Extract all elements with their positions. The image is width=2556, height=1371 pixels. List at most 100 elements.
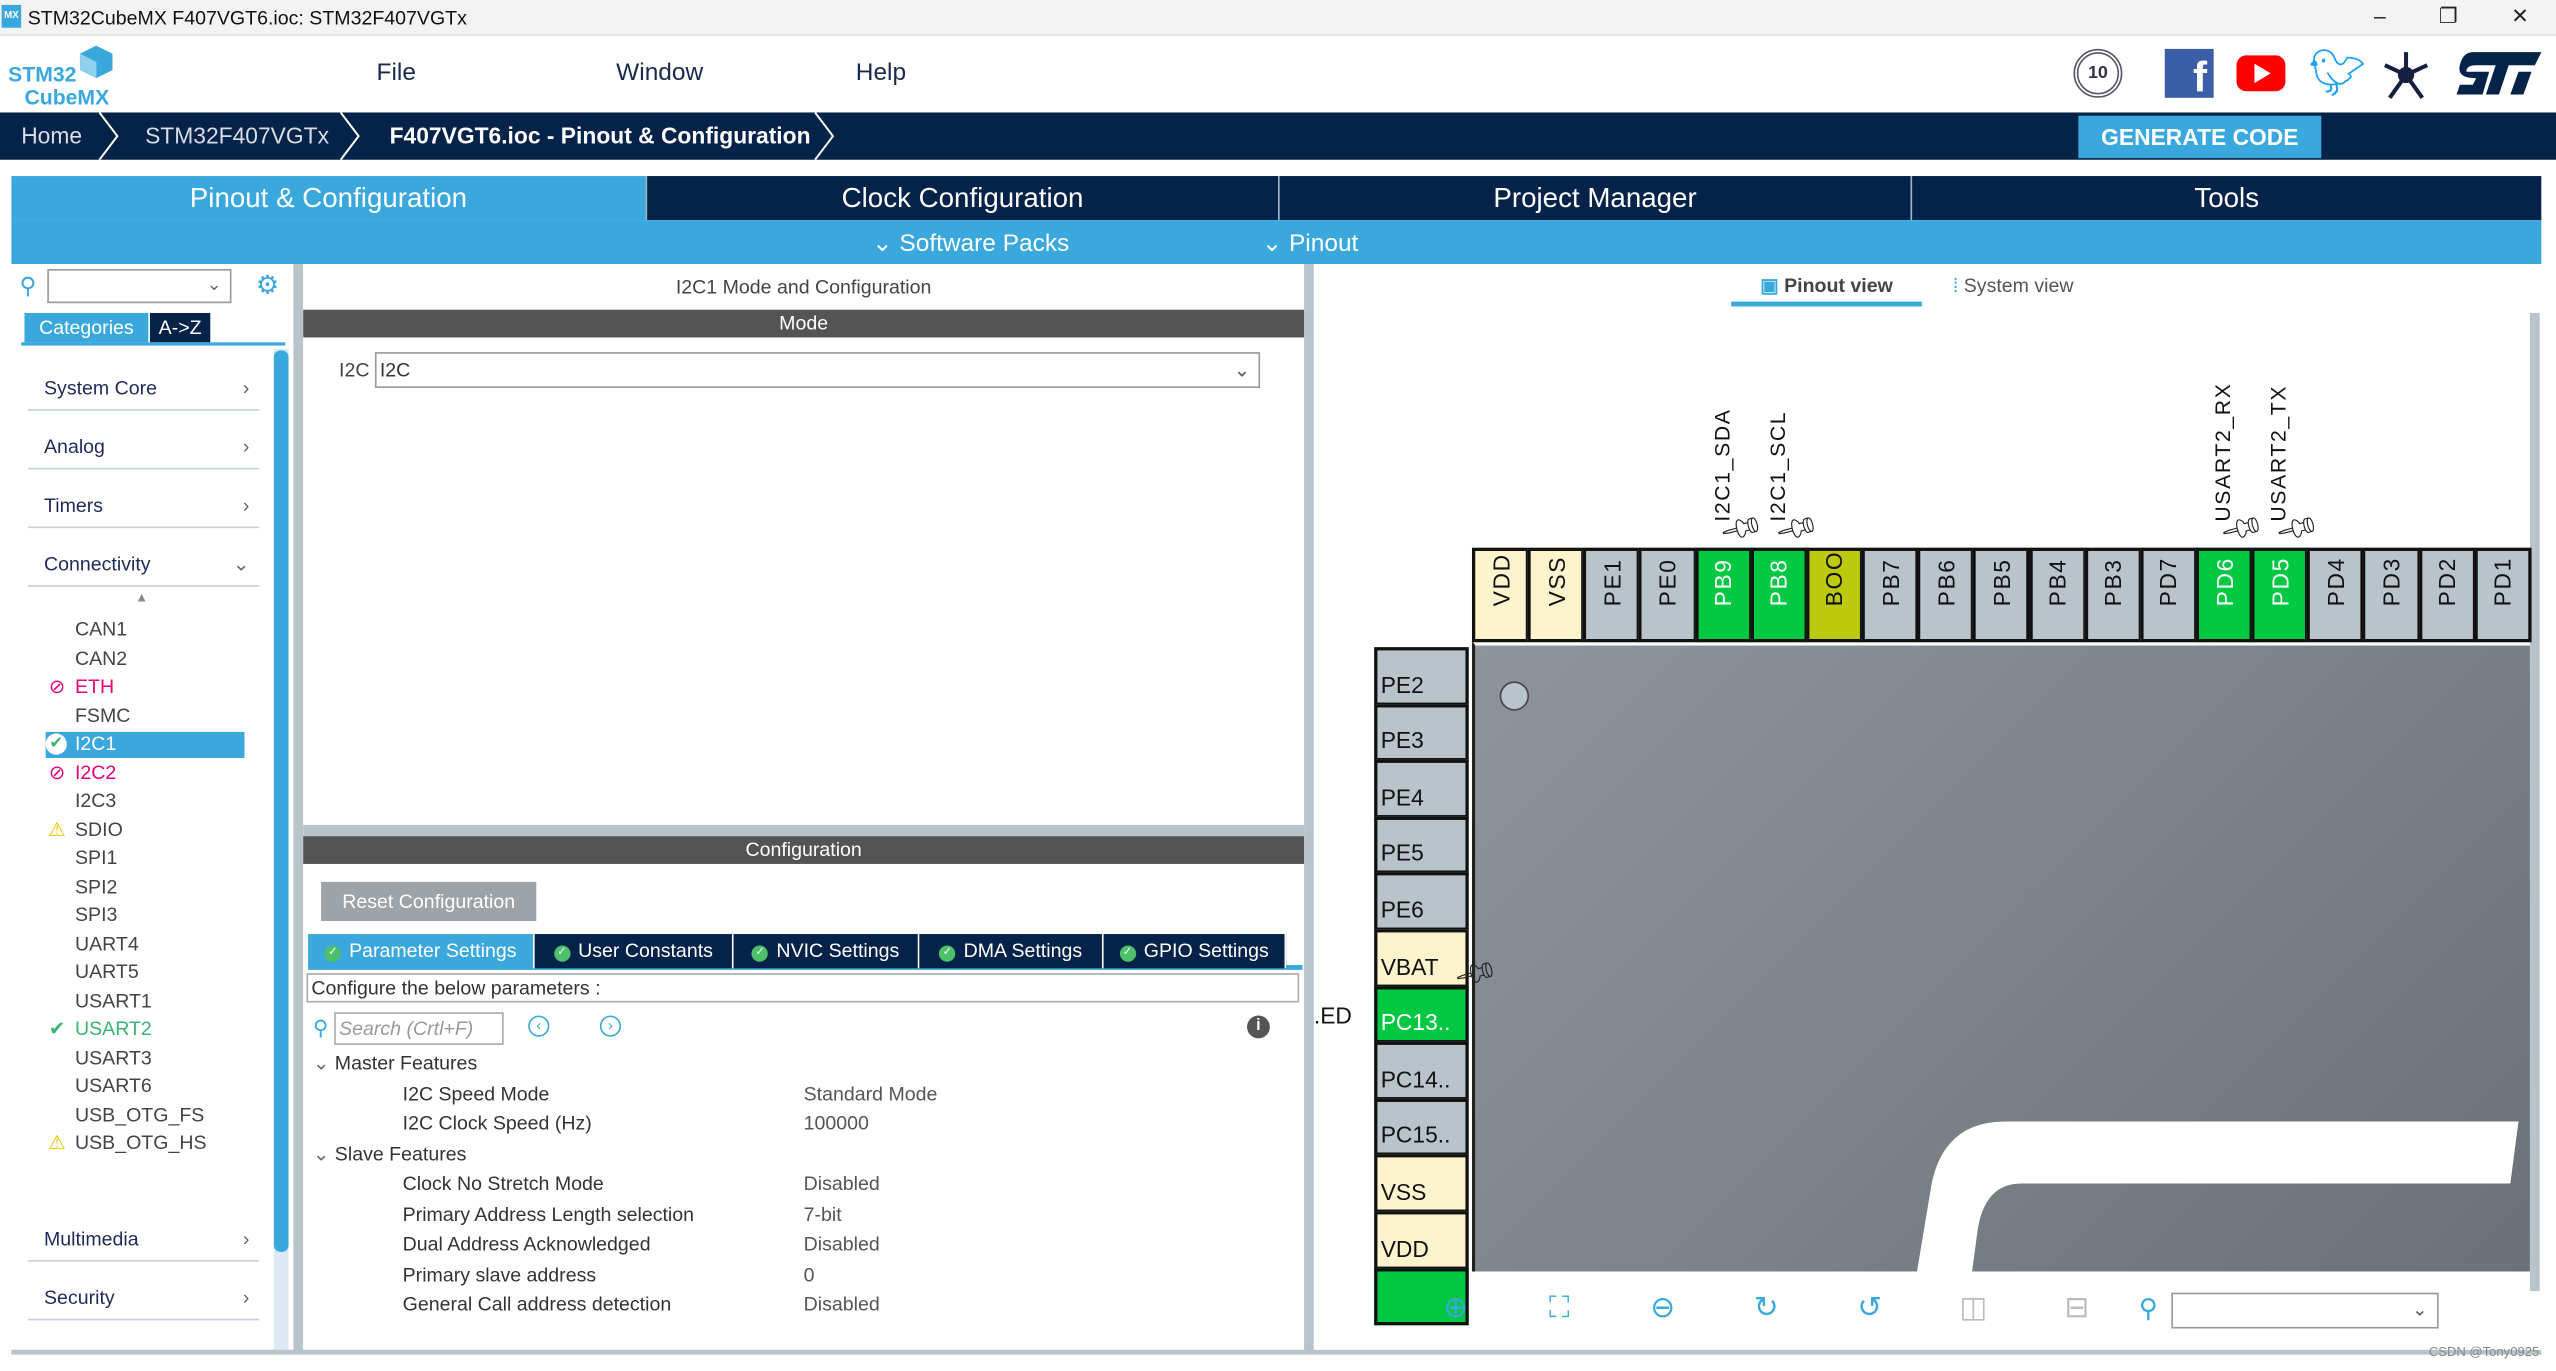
- tab-pinout-view[interactable]: ▣ Pinout view: [1731, 274, 1922, 307]
- next-match-icon[interactable]: ›: [599, 1015, 622, 1037]
- peripheral-usart1[interactable]: USART1: [75, 987, 152, 1015]
- menu-file[interactable]: File: [377, 59, 416, 87]
- peripheral-usart6[interactable]: USART6: [75, 1073, 152, 1101]
- left-splitter[interactable]: [293, 264, 304, 1353]
- generate-code-button[interactable]: GENERATE CODE: [2078, 115, 2322, 159]
- category-search-input[interactable]: ⌄: [47, 268, 232, 304]
- gear-icon[interactable]: ⚙: [256, 269, 279, 302]
- previous-match-icon[interactable]: ‹: [528, 1015, 550, 1037]
- rotate-left-icon[interactable]: ↺: [1852, 1291, 1888, 1327]
- pin-pb4[interactable]: PB4: [2028, 547, 2086, 643]
- param-value[interactable]: 7-bit: [804, 1202, 842, 1231]
- param-value[interactable]: Disabled: [804, 1172, 880, 1201]
- pin-pe6[interactable]: PE6: [1374, 872, 1469, 931]
- tab-categories[interactable]: Categories: [24, 312, 149, 343]
- pin-vdd[interactable]: VDD: [1374, 1211, 1469, 1270]
- pin-search-combobox[interactable]: ⌄: [2171, 1292, 2439, 1329]
- expand-chevron-icon[interactable]: ⌄: [313, 1051, 335, 1074]
- stm32cubemx-logo[interactable]: STM32 CubeMX: [8, 42, 122, 110]
- pin-vss[interactable]: VSS: [1527, 547, 1585, 643]
- pin-vss[interactable]: VSS: [1374, 1154, 1469, 1213]
- flip-horizontal-icon[interactable]: ⊟: [2059, 1291, 2095, 1327]
- tab-project-manager[interactable]: Project Manager: [1279, 176, 1913, 221]
- right-splitter[interactable]: [1304, 264, 1314, 1353]
- close-button[interactable]: ✕: [2496, 3, 2545, 29]
- param-group-master-features[interactable]: ⌄ Master Features: [313, 1051, 477, 1080]
- facebook-icon[interactable]: f: [2164, 48, 2214, 101]
- pinout-menu[interactable]: ⌄ Pinout: [1262, 228, 1359, 258]
- peripheral-uart5[interactable]: UART5: [75, 958, 139, 986]
- software-packs-menu[interactable]: ⌄ Software Packs: [872, 228, 1069, 258]
- peripheral-can2[interactable]: CAN2: [75, 645, 127, 673]
- pin-pc15[interactable]: PC15..: [1374, 1098, 1469, 1157]
- pin-pe0[interactable]: PE0: [1638, 547, 1697, 643]
- peripheral-spi3[interactable]: SPI3: [75, 901, 117, 929]
- pin-pe5[interactable]: PE5: [1374, 816, 1469, 875]
- twitter-icon[interactable]: 🐦︎: [2308, 46, 2366, 100]
- pin-vdd[interactable]: VDD: [1471, 547, 1530, 643]
- peripheral-eth[interactable]: ETH: [75, 673, 114, 701]
- fit-icon[interactable]: ⛶: [1541, 1291, 1577, 1327]
- category-multimedia[interactable]: Multimedia ›: [27, 1203, 260, 1262]
- i2c-mode-select[interactable]: I2C ⌄: [374, 352, 1261, 388]
- category-timers[interactable]: Timers ›: [27, 469, 260, 529]
- pin-pc14[interactable]: PC14..: [1374, 1041, 1469, 1100]
- tab-pinout-configuration[interactable]: Pinout & Configuration: [11, 176, 648, 221]
- config-tab-gpio-settings[interactable]: ✓ GPIO Settings: [1103, 934, 1287, 969]
- param-value[interactable]: Standard Mode: [804, 1082, 938, 1111]
- pin-pb6[interactable]: PB6: [1917, 547, 1975, 643]
- scrollbar-thumb[interactable]: [273, 350, 289, 1252]
- peripheral-usb_otg_hs[interactable]: USB_OTG_HS: [75, 1130, 207, 1158]
- pin-pe2[interactable]: PE2: [1374, 647, 1469, 706]
- parameter-search-input[interactable]: Search (Crtl+F): [334, 1012, 504, 1045]
- menu-help[interactable]: Help: [856, 59, 906, 87]
- peripheral-spi1[interactable]: SPI1: [75, 844, 117, 872]
- pin-pb5[interactable]: PB5: [1972, 547, 2031, 643]
- pin-pd7[interactable]: PD7: [2139, 547, 2198, 643]
- tab-system-view[interactable]: ⁞ System view: [1953, 274, 2074, 297]
- peripheral-uart4[interactable]: UART4: [75, 930, 139, 958]
- flip-vertical-icon[interactable]: ◫: [1955, 1291, 1991, 1327]
- config-tab-user-constants[interactable]: ✓ User Constants: [534, 934, 734, 969]
- config-tab-nvic-settings[interactable]: ✓ NVIC Settings: [733, 934, 920, 969]
- peripheral-fsmc[interactable]: FSMC: [75, 702, 130, 730]
- pin-pd2[interactable]: PD2: [2418, 547, 2476, 643]
- pin-pb8[interactable]: PB8: [1750, 547, 1808, 643]
- pin-pb3[interactable]: PB3: [2084, 547, 2142, 643]
- param-group-slave-features[interactable]: ⌄ Slave Features: [313, 1142, 466, 1171]
- anniversary-10-badge-icon[interactable]: 10: [2073, 48, 2123, 98]
- zoom-in-icon[interactable]: ⊕: [1438, 1291, 1474, 1327]
- pin-boot0[interactable]: BOOT0: [1805, 547, 1864, 643]
- category-system-core[interactable]: System Core ›: [27, 352, 260, 411]
- sort-arrows-icon[interactable]: ▲: [135, 590, 148, 605]
- youtube-icon[interactable]: [2236, 55, 2286, 92]
- restore-button[interactable]: ❐: [2424, 3, 2473, 29]
- param-value[interactable]: 0: [804, 1263, 815, 1292]
- pin-pb7[interactable]: PB7: [1861, 547, 1919, 643]
- tab-a-z[interactable]: A->Z: [149, 312, 211, 343]
- info-icon[interactable]: i: [1247, 1015, 1270, 1039]
- category-analog[interactable]: Analog ›: [27, 411, 260, 470]
- peripheral-i2c2[interactable]: I2C2: [75, 759, 116, 787]
- breadcrumb-home[interactable]: Home: [21, 122, 82, 148]
- st-logo[interactable]: [2453, 49, 2544, 98]
- peripheral-spi2[interactable]: SPI2: [75, 873, 117, 901]
- pin-pd1[interactable]: PD1: [2473, 547, 2532, 643]
- pin-pe4[interactable]: PE4: [1374, 759, 1469, 818]
- pin-pd3[interactable]: PD3: [2362, 547, 2420, 643]
- pin-pb9[interactable]: PB9: [1694, 547, 1752, 643]
- peripheral-i2c3[interactable]: I2C3: [75, 787, 116, 815]
- peripheral-can1[interactable]: CAN1: [75, 616, 127, 644]
- network-icon[interactable]: [2380, 49, 2432, 101]
- config-tab-parameter-settings[interactable]: ✓ Parameter Settings: [308, 934, 535, 969]
- peripheral-i2c1[interactable]: I2C1: [75, 730, 116, 758]
- pin-pd5[interactable]: PD5: [2251, 547, 2309, 643]
- breadcrumb-device[interactable]: STM32F407VGTx: [145, 122, 329, 148]
- tab-tools[interactable]: Tools: [1912, 176, 2542, 221]
- breadcrumb-project[interactable]: F407VGT6.ioc - Pinout & Configuration: [390, 122, 811, 148]
- pin-pe1[interactable]: PE1: [1583, 547, 1641, 643]
- minimize-button[interactable]: –: [2355, 3, 2404, 27]
- param-value[interactable]: 100000: [804, 1112, 869, 1141]
- pin-pd4[interactable]: PD4: [2306, 547, 2365, 643]
- tab-clock-configuration[interactable]: Clock Configuration: [647, 176, 1280, 221]
